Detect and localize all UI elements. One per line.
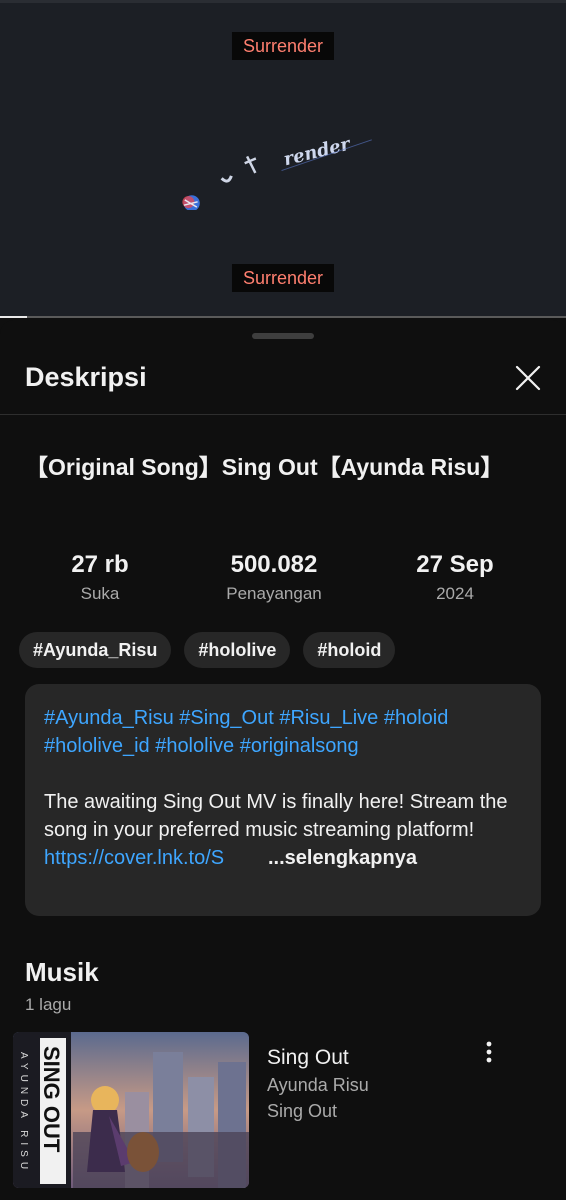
description-sheet: Deskripsi 【Original Song】Sing Out【Ayunda… — [0, 320, 566, 1200]
tag-chips: #Ayunda_Risu #hololive #holoid — [19, 632, 396, 670]
tag-chip[interactable]: #holoid — [303, 632, 396, 668]
caption-top: Surrender — [231, 32, 335, 60]
stat-likes: 27 rb Suka — [40, 550, 160, 608]
description-link-row: https://cover.lnk.to/S ...selengkapnya — [44, 844, 524, 872]
header-divider — [0, 414, 566, 415]
stat-likes-label: Suka — [80, 584, 120, 603]
description-hashtags-line1[interactable]: #Ayunda_Risu #Sing_Out #Risu_Live #holoi… — [44, 704, 524, 732]
close-icon — [515, 365, 541, 391]
music-section-title: Musik — [25, 957, 99, 987]
description-box[interactable]: #Ayunda_Risu #Sing_Out #Risu_Live #holoi… — [25, 684, 541, 916]
drag-handle[interactable] — [252, 333, 314, 339]
progress-fill — [0, 316, 28, 318]
caption-bottom: Surrender — [231, 264, 335, 292]
stat-views: 500.082 Penayangan — [194, 550, 354, 608]
stat-likes-value: 27 rb — [71, 551, 129, 578]
song-item[interactable]: SING OUT AYUNDA RISU Sing Out Ayunda Ris… — [13, 1032, 553, 1188]
tag-chip[interactable]: #Ayunda_Risu — [19, 632, 172, 668]
stat-date: 27 Sep 2024 — [395, 550, 515, 608]
mv-lyric-art: render — [182, 133, 372, 210]
svg-text:render: render — [282, 133, 354, 170]
stat-date-value: 27 Sep — [416, 551, 494, 578]
show-more-button[interactable]: ...selengkapnya — [268, 844, 417, 872]
video-stats: 27 rb Suka 500.082 Penayangan 27 Sep 202… — [0, 550, 566, 612]
music-count: 1 lagu — [25, 995, 72, 1014]
song-album: Sing Out — [267, 1101, 338, 1121]
video-player[interactable]: Surrender render Surrender — [0, 0, 566, 318]
description-link[interactable]: https://cover.lnk.to/S — [44, 844, 254, 872]
song-menu-button[interactable] — [473, 1032, 505, 1072]
album-art-image: SING OUT AYUNDA RISU — [13, 1032, 249, 1188]
description-text: The awaiting Sing Out MV is finally here… — [44, 791, 508, 841]
stat-date-year: 2024 — [436, 584, 474, 603]
video-top-edge — [0, 0, 566, 3]
video-title: 【Original Song】Sing Out【Ayunda Risu】 — [25, 454, 504, 480]
svg-text:SING OUT: SING OUT — [39, 1046, 64, 1153]
song-title: Sing Out — [267, 1046, 349, 1069]
more-vert-icon — [486, 1041, 492, 1063]
sheet-title: Deskripsi — [25, 362, 147, 392]
song-artist: Ayunda Risu — [267, 1075, 369, 1095]
description-content: #Ayunda_Risu #Sing_Out #Risu_Live #holoi… — [44, 704, 524, 872]
stat-views-value: 500.082 — [230, 551, 318, 578]
sheet-header: Deskripsi — [0, 348, 566, 414]
description-hashtags-line2[interactable]: #hololive_id #hololive #originalsong — [44, 732, 524, 760]
stat-views-label: Penayangan — [226, 584, 322, 603]
tag-chip[interactable]: #hololive — [184, 632, 291, 668]
song-info: Sing Out Ayunda Risu Sing Out — [267, 1044, 369, 1124]
close-button[interactable] — [506, 356, 550, 400]
album-art[interactable]: SING OUT AYUNDA RISU — [13, 1032, 249, 1188]
progress-bar[interactable] — [0, 316, 566, 318]
svg-text:AYUNDA RISU: AYUNDA RISU — [18, 1052, 29, 1174]
